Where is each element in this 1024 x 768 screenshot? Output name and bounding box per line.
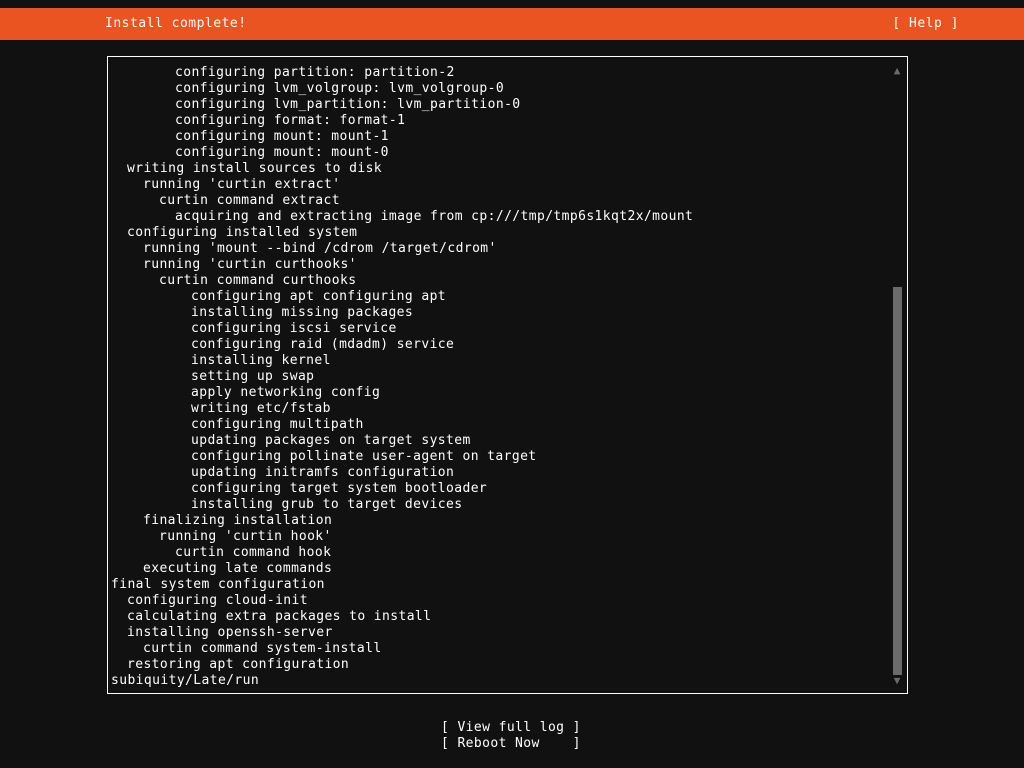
log-line: configuring target system bootloader xyxy=(191,481,488,496)
footer-buttons: [ View full log ][ Reboot Now ] xyxy=(441,720,641,752)
scrollbar-thumb[interactable] xyxy=(893,287,902,675)
log-line: running 'curtin extract' xyxy=(143,177,341,192)
log-line: configuring lvm_partition: lvm_partition… xyxy=(175,97,521,112)
log-line: configuring format: format-1 xyxy=(175,113,406,128)
log-line: installing openssh-server xyxy=(127,625,333,640)
log-line: curtin command system-install xyxy=(143,641,382,656)
log-line: curtin command hook xyxy=(175,545,332,560)
log-line: curtin command curthooks xyxy=(159,273,357,288)
log-line: configuring installed system xyxy=(127,225,358,240)
log-line: acquiring and extracting image from cp:/… xyxy=(175,209,694,224)
help-button[interactable]: [ Help ] xyxy=(892,8,959,40)
log-scrollbar[interactable]: ▲ ▼ xyxy=(888,58,906,693)
log-line: installing kernel xyxy=(191,353,331,368)
scroll-down-arrow-icon[interactable]: ▼ xyxy=(888,674,906,688)
log-line: configuring mount: mount-1 xyxy=(175,129,389,144)
log-line: apply networking config xyxy=(191,385,381,400)
header-bar: Install complete! [ Help ] xyxy=(0,8,1024,40)
install-log-panel: configuring partition: partition-2 config… xyxy=(107,56,908,694)
log-line: curtin command extract xyxy=(159,193,340,208)
page-title: Install complete! xyxy=(105,16,247,31)
log-line: running 'curtin hook' xyxy=(159,529,332,544)
log-line: running 'mount --bind /cdrom /target/cdr… xyxy=(143,241,497,256)
log-line: writing etc/fstab xyxy=(191,401,331,416)
log-line: configuring apt configuring apt xyxy=(191,289,447,304)
log-line: configuring multipath xyxy=(191,417,364,432)
log-line: configuring iscsi service xyxy=(191,321,397,336)
log-line: updating initramfs configuration xyxy=(191,465,455,480)
log-line: installing grub to target devices xyxy=(191,497,463,512)
log-line: installing missing packages xyxy=(191,305,414,320)
log-line: configuring partition: partition-2 xyxy=(175,65,455,80)
log-line: setting up swap xyxy=(191,369,315,384)
log-line: restoring apt configuration xyxy=(127,657,350,672)
install-log-lines: configuring partition: partition-2 config… xyxy=(111,65,881,689)
log-line: configuring cloud-init xyxy=(127,593,308,608)
log-line: configuring raid (mdadm) service xyxy=(191,337,455,352)
log-line: final system configuration xyxy=(111,577,325,592)
footer-button-reboot-now[interactable]: [ Reboot Now ] xyxy=(441,736,641,752)
log-line: configuring lvm_volgroup: lvm_volgroup-0 xyxy=(175,81,505,96)
log-line: executing late commands xyxy=(143,561,333,576)
log-line: configuring pollinate user-agent on targ… xyxy=(191,449,537,464)
log-line: writing install sources to disk xyxy=(127,161,383,176)
log-line: running 'curtin curthooks' xyxy=(143,257,357,272)
log-line: updating packages on target system xyxy=(191,433,471,448)
log-line: finalizing installation xyxy=(143,513,333,528)
log-line: calculating extra packages to install xyxy=(127,609,432,624)
scroll-up-arrow-icon[interactable]: ▲ xyxy=(888,64,906,78)
log-line: subiquity/Late/run xyxy=(111,673,260,688)
footer-button-view-full-log[interactable]: [ View full log ] xyxy=(441,720,641,736)
log-line: configuring mount: mount-0 xyxy=(175,145,389,160)
